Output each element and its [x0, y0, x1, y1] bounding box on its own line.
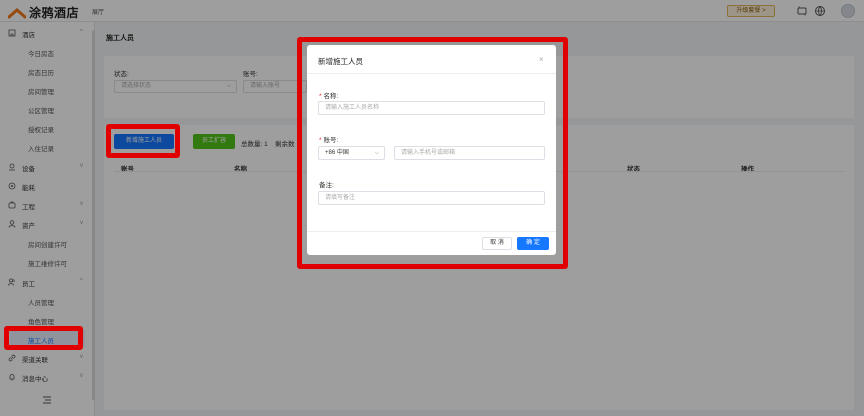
highlight-add-button	[106, 124, 180, 158]
highlight-dialog	[297, 37, 568, 269]
highlight-sidebar-item	[4, 326, 83, 350]
